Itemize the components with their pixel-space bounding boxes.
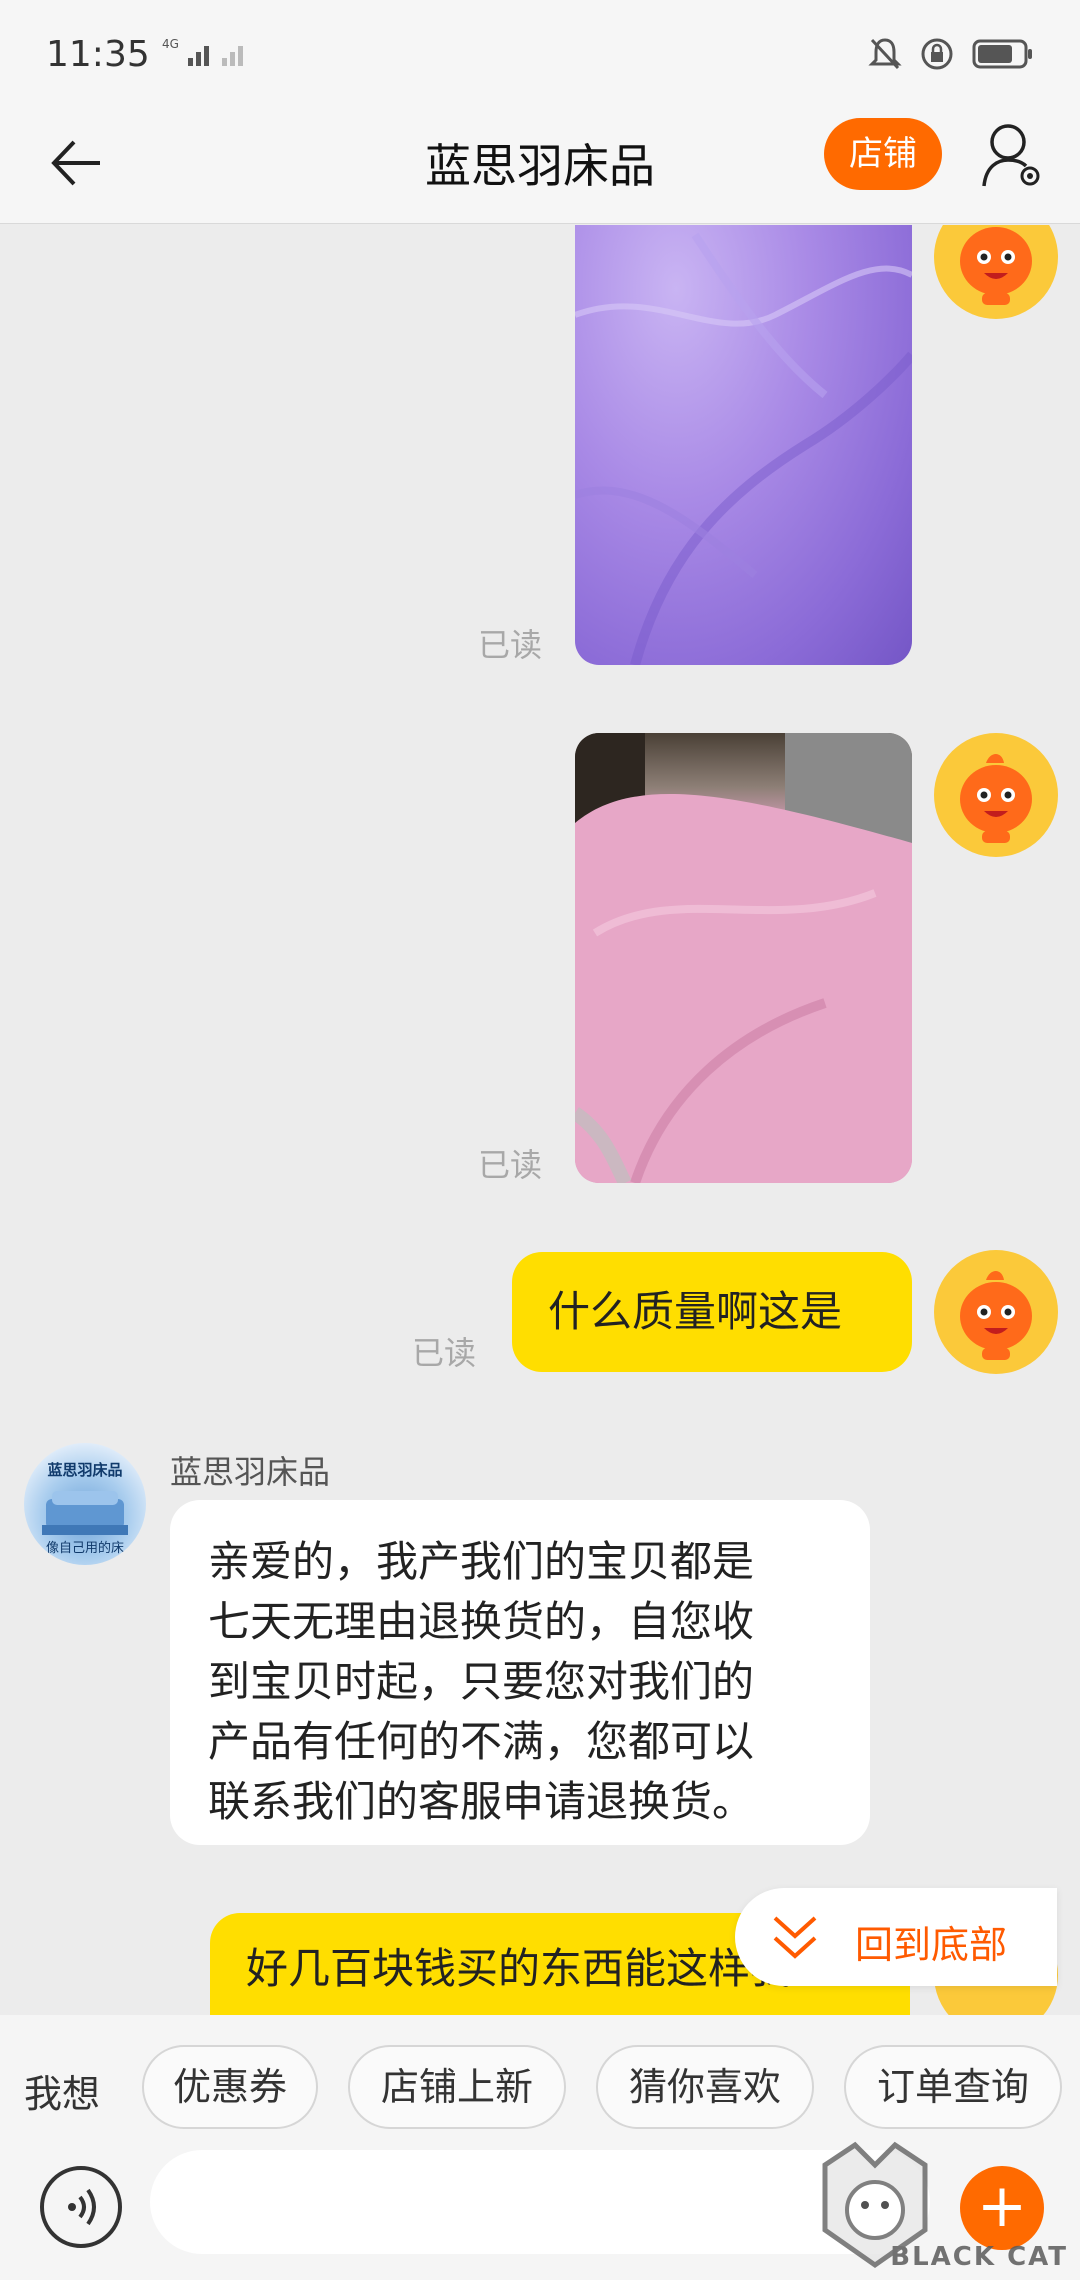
- message-line: 联系我们的客服申请退换货。: [208, 1777, 755, 1826]
- message-line: 到宝贝时起，只要您对我们的: [208, 1657, 755, 1706]
- read-status: 已读: [478, 1146, 543, 1184]
- signal-icon: 4G: [160, 34, 250, 74]
- voice-icon: [68, 2188, 96, 2226]
- sent-message-bubble[interactable]: 什么质量啊这是: [512, 1252, 912, 1372]
- lock-rotate-icon: [920, 37, 954, 75]
- chat-header: 蓝思羽床品 店铺: [0, 110, 1080, 224]
- message-line: 七天无理由退换货的，自您收: [208, 1597, 755, 1646]
- shop-avatar[interactable]: 蓝思羽床品 像自己用的床: [24, 1443, 146, 1565]
- chat-message-list[interactable]: 已读 已读 什么质量啊这是 已读 蓝思羽床品 像自己用的床 蓝思羽床品 亲爱的，…: [0, 225, 1080, 2015]
- user-settings-button[interactable]: [980, 120, 1044, 192]
- quick-actions-bar: 我想 优惠券 店铺上新 猜你喜欢 订单查询: [0, 2015, 1080, 2155]
- voice-button[interactable]: [40, 2166, 122, 2248]
- chip-order-query[interactable]: 订单查询: [844, 2045, 1062, 2129]
- fabric-folds-graphic: [575, 232, 912, 665]
- watermark-text: BLACK CAT: [890, 2242, 1068, 2272]
- bell-mute-icon: [868, 36, 902, 76]
- read-status: 已读: [412, 1334, 477, 1372]
- back-to-bottom-button[interactable]: 回到底部: [735, 1888, 1057, 1986]
- read-status: 已读: [478, 626, 543, 664]
- quick-label: 我想: [24, 2072, 101, 2116]
- back-to-bottom-label: 回到底部: [855, 1923, 1008, 1967]
- network-type: 4G: [162, 37, 179, 51]
- battery-icon: [972, 39, 1034, 73]
- watermark-logo: BLACK CAT: [810, 2140, 1080, 2280]
- shop-avatar-subtitle: 像自己用的床: [45, 1541, 124, 1556]
- message-line: 产品有任何的不满，您都可以: [208, 1717, 755, 1766]
- mascot-icon: [960, 1271, 1032, 1360]
- shop-button[interactable]: 店铺: [824, 118, 942, 190]
- received-message-bubble[interactable]: 亲爱的，我产我们的宝贝都是 七天无理由退换货的，自您收 到宝贝时起，只要您对我们…: [170, 1500, 870, 1845]
- chip-coupon[interactable]: 优惠券: [142, 2045, 318, 2129]
- chip-new-arrivals[interactable]: 店铺上新: [348, 2045, 566, 2129]
- fabric-folds-graphic: [575, 733, 912, 1183]
- my-avatar[interactable]: [934, 1250, 1058, 1374]
- my-avatar[interactable]: [934, 225, 1058, 319]
- sent-photo-purple[interactable]: [575, 225, 912, 665]
- sender-name: 蓝思羽床品: [170, 1453, 331, 1491]
- user-settings-icon: [982, 124, 1040, 187]
- my-avatar[interactable]: [934, 733, 1058, 857]
- mascot-icon: [960, 227, 1032, 305]
- sent-photo-pink[interactable]: [575, 733, 912, 1183]
- double-chevron-down-icon: [773, 1916, 817, 1959]
- chip-recommendations[interactable]: 猜你喜欢: [596, 2045, 814, 2129]
- message-line: 亲爱的，我产我们的宝贝都是: [208, 1537, 755, 1586]
- status-bar: 11:35 4G: [0, 0, 1080, 110]
- status-time: 11:35: [46, 34, 150, 75]
- mascot-icon: [960, 754, 1032, 843]
